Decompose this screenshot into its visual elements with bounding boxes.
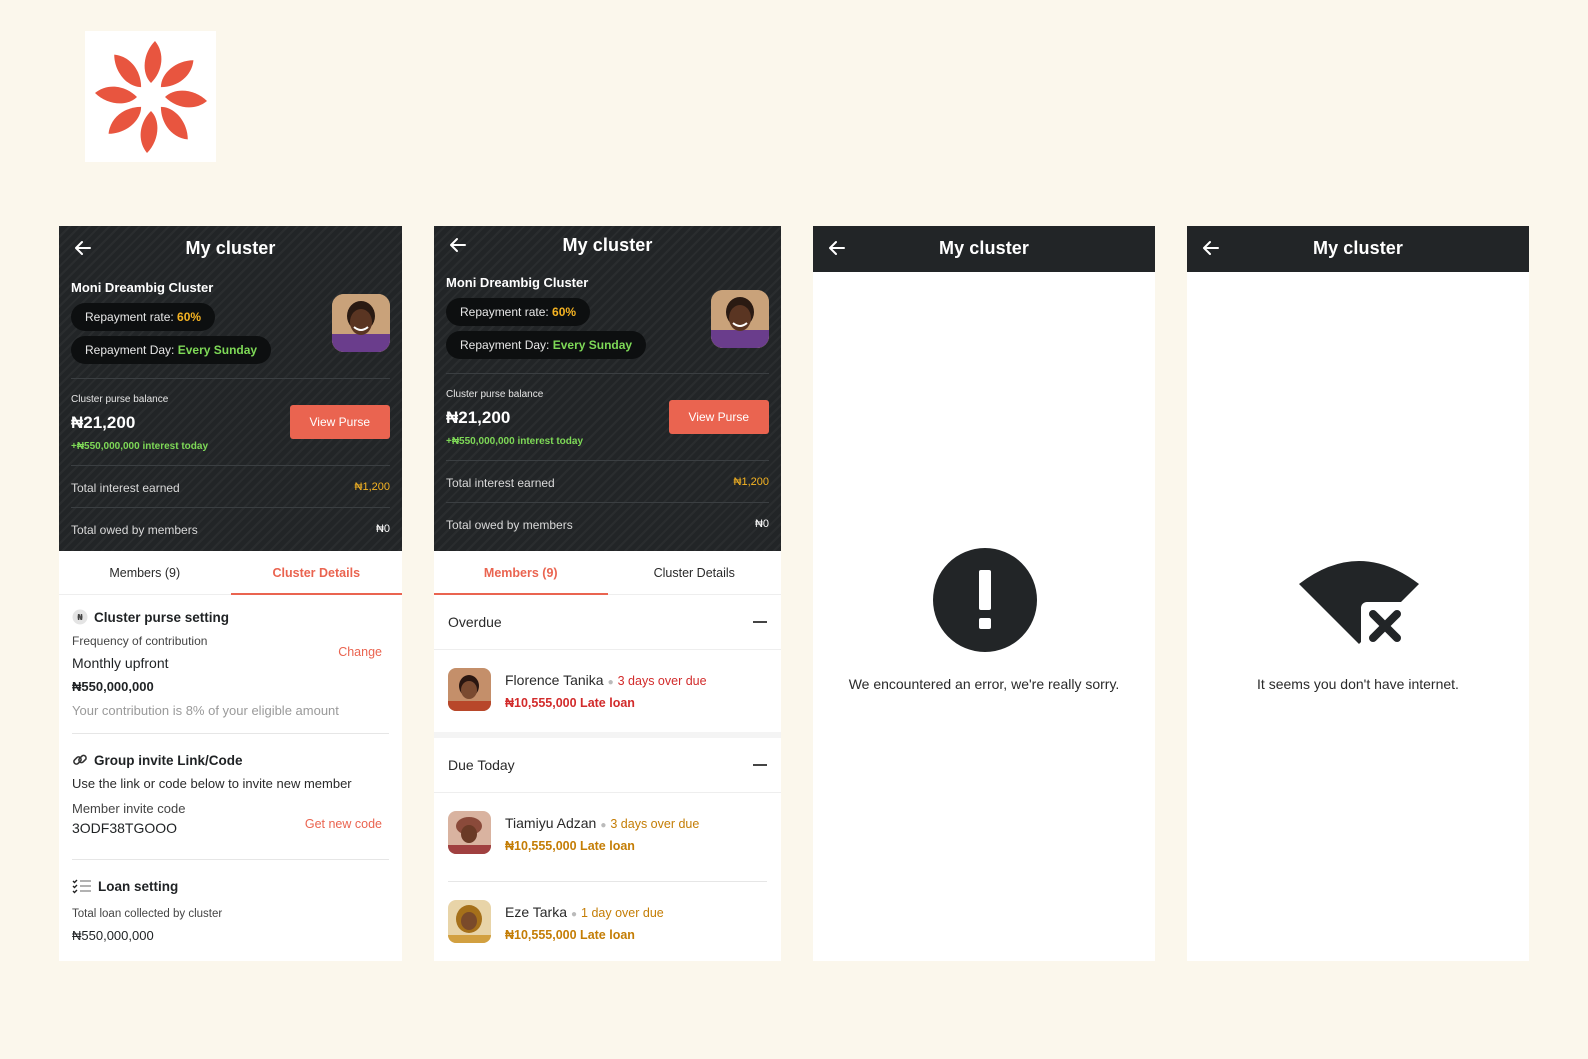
page-title: My cluster (938, 238, 1030, 258)
no-internet-message: It seems you don't have internet. (1257, 676, 1459, 692)
purse-label: Cluster purse balance (446, 389, 544, 400)
get-new-code-link[interactable]: Get new code (305, 817, 382, 831)
purse-setting-heading: Cluster purse setting (94, 609, 230, 625)
total-interest-value: ₦1,200 (733, 476, 769, 488)
total-owed-label: Total owed by members (446, 518, 573, 532)
repayment-day-badge: Repayment Day: Every Sunday (446, 331, 647, 359)
avatar[interactable] (332, 294, 390, 352)
tab-members[interactable]: Members (9) (434, 551, 608, 595)
purse-balance: ₦21,200 (71, 413, 136, 432)
frequency-label: Frequency of contribution (72, 634, 208, 648)
repayment-rate-badge: Repayment rate: 60% (446, 298, 591, 326)
purse-interest: +₦550,000,000 interest today (446, 436, 584, 447)
contribution-note: Your contribution is 8% of your eligible… (72, 703, 339, 718)
cluster-details-screen: My cluster Moni Dreambig Cluster Repayme… (59, 226, 402, 961)
frequency-value: Monthly upfront (72, 655, 169, 671)
purse-interest: +₦550,000,000 interest today (71, 441, 209, 452)
avatar[interactable] (711, 290, 769, 348)
invite-section: Group invite Link/Code Use the link or c… (59, 734, 402, 859)
view-purse-button[interactable]: View Purse (668, 400, 769, 434)
member-loan: ₦10,555,000 Late loan (505, 839, 635, 853)
cluster-name: Moni Dreambig Cluster (446, 275, 589, 290)
list-item[interactable]: Eze Tarka ● 1 day over due ₦10,555,000 Lat… (434, 882, 781, 961)
loan-collected-label: Total loan collected by cluster (72, 908, 223, 920)
avatar (448, 668, 491, 711)
total-interest-label: Total interest earned (446, 476, 555, 490)
error-screen: My cluster We encountered an error, we'r… (813, 226, 1155, 961)
members-screen: My cluster Moni Dreambig Cluster Repayme… (434, 226, 781, 961)
loan-setting-title: Loan setting (72, 878, 382, 894)
loan-collected-value: ₦550,000,000 (72, 928, 154, 943)
total-interest-row: Total interest earned ₦1,200 (59, 466, 402, 507)
tab-bar: Members (9) Cluster Details (59, 551, 402, 595)
member-name: Eze Tarka ● 1 day over due (505, 904, 664, 920)
tab-bar: Members (9) Cluster Details (434, 551, 781, 595)
purse-section: Cluster purse balance ₦21,200 +₦550,000,… (59, 379, 402, 465)
svg-text:₦: ₦ (77, 613, 83, 622)
top-bar: My cluster (1187, 226, 1529, 272)
cluster-header: My cluster Moni Dreambig Cluster Repayme… (59, 226, 402, 551)
invite-description: Use the link or code below to invite new… (72, 776, 352, 791)
due-today-label: Due Today (448, 757, 515, 773)
member-loan: ₦10,555,000 Late loan (505, 928, 635, 942)
checklist-icon (72, 878, 92, 894)
repayment-rate-badge: Repayment rate: 60% (71, 303, 216, 331)
collapse-minus-icon[interactable] (753, 764, 767, 766)
member-loan: ₦10,555,000 Late loan (505, 696, 635, 710)
total-interest-label: Total interest earned (71, 481, 180, 495)
naira-coin-icon: ₦ (72, 609, 88, 625)
total-interest-row: Total interest earned ₦1,200 (434, 461, 781, 502)
purse-setting-section: ₦ Cluster purse setting Frequency of con… (59, 595, 402, 733)
flower-logo-icon (95, 41, 207, 153)
cluster-header: My cluster Moni Dreambig Cluster Repayme… (434, 226, 781, 551)
repayment-day-badge: Repayment Day: Every Sunday (71, 336, 272, 364)
avatar (448, 811, 491, 854)
total-interest-value: ₦1,200 (354, 481, 390, 493)
purse-setting-title: ₦ Cluster purse setting (72, 609, 382, 625)
page-title: My cluster (185, 238, 276, 258)
member-name: Florence Tanika ● 3 days over due (505, 672, 707, 688)
invite-heading: Group invite Link/Code (94, 752, 243, 768)
total-owed-value: ₦0 (375, 523, 390, 535)
top-bar: My cluster (59, 226, 402, 272)
purse-label: Cluster purse balance (71, 394, 169, 405)
no-internet-screen: My cluster It seems you don't have inter… (1187, 226, 1529, 961)
invite-code-label: Member invite code (72, 801, 186, 816)
total-owed-row: Total owed by members ₦0 (59, 508, 402, 549)
contribution-amount: ₦550,000,000 (72, 679, 154, 694)
link-chain-icon (72, 752, 88, 768)
page-title: My cluster (562, 235, 653, 255)
member-name: Tiamiyu Adzan ● 3 days over due (505, 815, 700, 831)
purse-balance: ₦21,200 (446, 408, 511, 427)
top-bar: My cluster (813, 226, 1155, 272)
due-today-group-header[interactable]: Due Today (434, 738, 781, 793)
loan-setting-section: Loan setting Total loan collected by clu… (59, 860, 402, 944)
overdue-group-header[interactable]: Overdue (434, 595, 781, 650)
brand-logo (85, 31, 216, 162)
invite-title: Group invite Link/Code (72, 752, 382, 768)
avatar (448, 900, 491, 943)
purse-section: Cluster purse balance ₦21,200 +₦550,000,… (434, 374, 781, 460)
top-bar: My cluster (434, 226, 781, 266)
error-exclamation-icon (933, 548, 1037, 652)
tab-members[interactable]: Members (9) (59, 551, 231, 594)
change-frequency-link[interactable]: Change (338, 645, 382, 659)
total-owed-label: Total owed by members (71, 523, 198, 537)
total-owed-row: Total owed by members ₦0 (434, 503, 781, 544)
cluster-name: Moni Dreambig Cluster (71, 280, 214, 295)
overdue-label: Overdue (448, 614, 502, 630)
list-item[interactable]: Tiamiyu Adzan ● 3 days over due ₦10,555,00… (434, 793, 781, 881)
error-message: We encountered an error, we're really so… (848, 676, 1120, 692)
tab-cluster-details[interactable]: Cluster Details (230, 551, 403, 595)
view-purse-button[interactable]: View Purse (289, 405, 390, 439)
page-title: My cluster (1312, 238, 1404, 258)
wifi-off-icon (1299, 561, 1419, 650)
collapse-minus-icon[interactable] (753, 621, 767, 623)
list-item[interactable]: Florence Tanika ● 3 days over due ₦10,555,… (434, 650, 781, 732)
tab-cluster-details[interactable]: Cluster Details (608, 551, 782, 594)
total-owed-value: ₦0 (754, 518, 769, 530)
loan-setting-heading: Loan setting (98, 878, 179, 894)
